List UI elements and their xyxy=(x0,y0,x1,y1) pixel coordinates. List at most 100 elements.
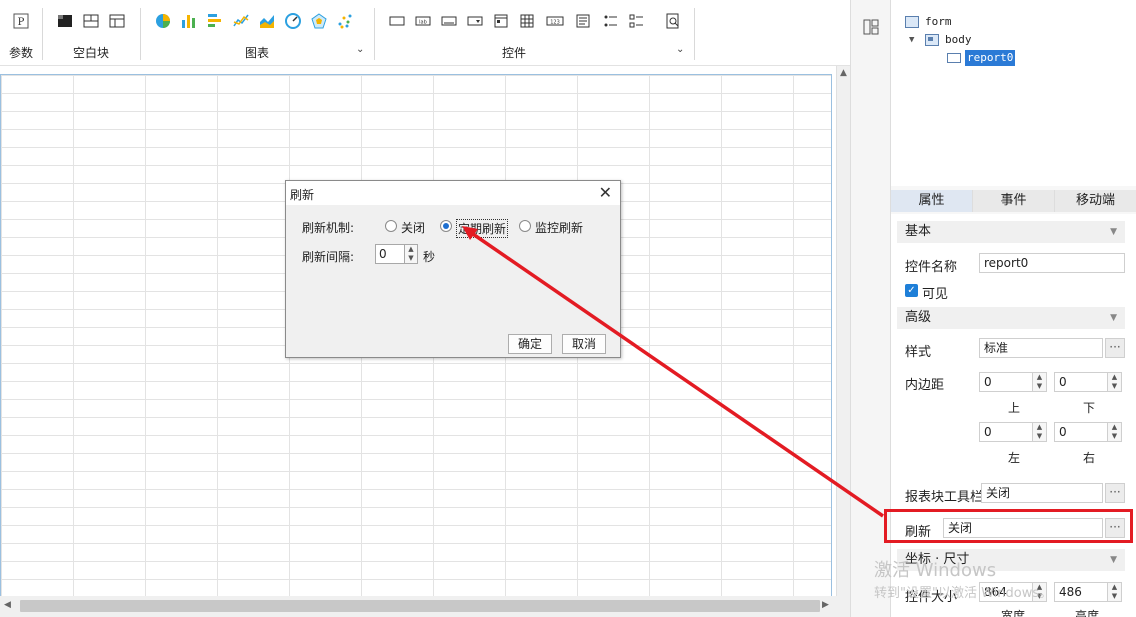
report-toolbar-more-button[interactable]: ··· xyxy=(1105,483,1125,503)
height-field[interactable]: 486 xyxy=(1054,582,1108,602)
line-chart-icon[interactable] xyxy=(232,12,250,30)
tab-mobile[interactable]: 移动端 xyxy=(1055,190,1136,212)
horizontal-scroll-thumb[interactable] xyxy=(20,600,820,612)
widget-tree: form ▼ body report0 xyxy=(891,0,1136,186)
dialog-titlebar[interactable]: 刷新 ✕ xyxy=(286,181,620,205)
padding-top-field[interactable]: 0 xyxy=(979,372,1033,392)
radio-monitor[interactable] xyxy=(519,220,531,232)
chart-group: 图表 ⌄ xyxy=(140,0,374,66)
vertical-scrollbar[interactable]: ▲ xyxy=(836,66,850,596)
radar-chart-icon[interactable] xyxy=(310,12,328,30)
area-chart-icon[interactable] xyxy=(258,12,276,30)
gauge-chart-icon[interactable] xyxy=(284,12,302,30)
horizontal-scrollbar[interactable]: ◀ ▶ xyxy=(0,596,836,617)
visible-label: 可见 xyxy=(922,287,949,302)
section-collapse-icon[interactable]: ▼ xyxy=(1110,307,1117,329)
height-spinner[interactable]: ▲ ▼ xyxy=(1108,582,1122,602)
width-label: 宽度 xyxy=(1001,609,1026,617)
chart-expand-chevron-icon[interactable]: ⌄ xyxy=(356,44,364,55)
widget-expand-chevron-icon[interactable]: ⌄ xyxy=(676,44,684,55)
padding-right-field[interactable]: 0 xyxy=(1054,422,1108,442)
bar-chart-icon[interactable] xyxy=(180,12,198,30)
toolbar: P 参数 空白块 图表 ⌄ lab 123 控件 ⌄ xyxy=(0,0,850,66)
radio-off-label[interactable]: 关闭 xyxy=(401,219,425,236)
expand-arrow-icon[interactable]: ▼ xyxy=(909,32,914,48)
section-collapse-icon[interactable]: ▼ xyxy=(1110,221,1117,243)
pie-chart-icon[interactable] xyxy=(154,12,172,30)
radio-timed[interactable] xyxy=(440,220,452,232)
padding-label: 内边距 xyxy=(905,378,945,393)
blank-block-group: 空白块 xyxy=(42,0,140,66)
scroll-left-icon[interactable]: ◀ xyxy=(4,600,11,610)
tab-layout-icon[interactable] xyxy=(108,12,126,30)
interval-unit: 秒 xyxy=(423,250,436,264)
hbar-chart-icon[interactable] xyxy=(206,12,224,30)
text-field-icon[interactable] xyxy=(440,12,458,30)
refresh-highlight-box xyxy=(884,509,1133,543)
scroll-right-icon[interactable]: ▶ xyxy=(822,600,829,610)
padding-top-spinner[interactable]: ▲ ▼ xyxy=(1033,372,1047,392)
svg-text:lab: lab xyxy=(419,20,427,26)
report-toolbar-label: 报表块工具栏 xyxy=(905,490,984,505)
padding-left-field[interactable]: 0 xyxy=(979,422,1033,442)
style-label: 样式 xyxy=(905,345,932,360)
checkbox-group-icon[interactable] xyxy=(628,12,646,30)
interval-spinner[interactable]: ▲ ▼ xyxy=(404,244,418,264)
padding-bottom-field[interactable]: 0 xyxy=(1054,372,1108,392)
widget-name-field[interactable]: report0 xyxy=(979,253,1125,273)
blank-block-label: 空白块 xyxy=(72,46,109,60)
report-toolbar-field[interactable]: 关闭 xyxy=(981,483,1103,503)
absolute-layout-icon[interactable] xyxy=(82,12,100,30)
section-basic[interactable]: 基本 ▼ xyxy=(897,221,1125,243)
top-label: 上 xyxy=(1008,401,1021,415)
report-block-icon[interactable] xyxy=(56,12,74,30)
radio-timed-label[interactable]: 定期刷新 xyxy=(456,219,509,238)
list-icon[interactable] xyxy=(602,12,620,30)
height-label: 高度 xyxy=(1075,609,1100,617)
padding-left-spinner[interactable]: ▲ ▼ xyxy=(1033,422,1047,442)
chart-label: 图表 xyxy=(244,46,269,60)
radio-monitor-label[interactable]: 监控刷新 xyxy=(535,219,583,236)
cancel-button[interactable]: 取消 xyxy=(562,334,606,354)
dialog-title: 刷新 xyxy=(290,188,315,202)
mechanism-label: 刷新机制: xyxy=(302,221,355,235)
label-icon[interactable]: lab xyxy=(414,12,432,30)
padding-bottom-spinner[interactable]: ▲ ▼ xyxy=(1108,372,1122,392)
style-field[interactable]: 标准 xyxy=(979,338,1103,358)
right-label: 右 xyxy=(1083,451,1096,465)
widget-label: 控件 xyxy=(501,46,526,60)
search-widget-icon[interactable] xyxy=(664,12,682,30)
svg-text:123: 123 xyxy=(550,20,560,26)
svg-text:P: P xyxy=(18,17,25,28)
grid-icon[interactable] xyxy=(518,12,536,30)
bottom-label: 下 xyxy=(1083,401,1096,415)
interval-input[interactable]: 0 xyxy=(375,244,405,264)
param-icon[interactable]: P xyxy=(12,12,30,30)
visible-checkbox[interactable]: ✓ xyxy=(905,284,918,297)
radio-off[interactable] xyxy=(385,220,397,232)
panel-tabs: 属性 事件 移动端 xyxy=(891,190,1136,212)
scatter-chart-icon[interactable] xyxy=(336,12,354,30)
form-node-icon xyxy=(905,16,919,28)
section-advanced[interactable]: 高级 ▼ xyxy=(897,307,1125,329)
param-label: 参数 xyxy=(8,46,33,60)
ok-button[interactable]: 确定 xyxy=(508,334,552,354)
button-icon[interactable] xyxy=(388,12,406,30)
textarea-icon[interactable] xyxy=(574,12,592,30)
tab-events[interactable]: 事件 xyxy=(973,190,1055,212)
number-icon[interactable]: 123 xyxy=(546,12,564,30)
section-collapse-icon[interactable]: ▼ xyxy=(1110,549,1117,571)
refresh-dialog: 刷新 ✕ 刷新机制: 关闭 定期刷新 监控刷新 刷新间隔: 0 ▲ ▼ 秒 确定 … xyxy=(285,180,621,358)
date-icon[interactable] xyxy=(492,12,510,30)
left-label: 左 xyxy=(1008,451,1021,465)
app-window: P 参数 空白块 图表 ⌄ lab 123 控件 ⌄ ▲ ◀ ▶ form ▼ … xyxy=(0,0,1136,617)
component-panel-icon[interactable] xyxy=(862,18,880,36)
activation-watermark: 激活 Windows xyxy=(874,560,997,581)
scroll-up-icon[interactable]: ▲ xyxy=(840,68,847,78)
padding-right-spinner[interactable]: ▲ ▼ xyxy=(1108,422,1122,442)
style-more-button[interactable]: ··· xyxy=(1105,338,1125,358)
tab-attributes[interactable]: 属性 xyxy=(891,190,973,212)
combo-icon[interactable] xyxy=(466,12,484,30)
interval-label: 刷新间隔: xyxy=(302,250,355,264)
close-icon[interactable]: ✕ xyxy=(599,183,612,202)
